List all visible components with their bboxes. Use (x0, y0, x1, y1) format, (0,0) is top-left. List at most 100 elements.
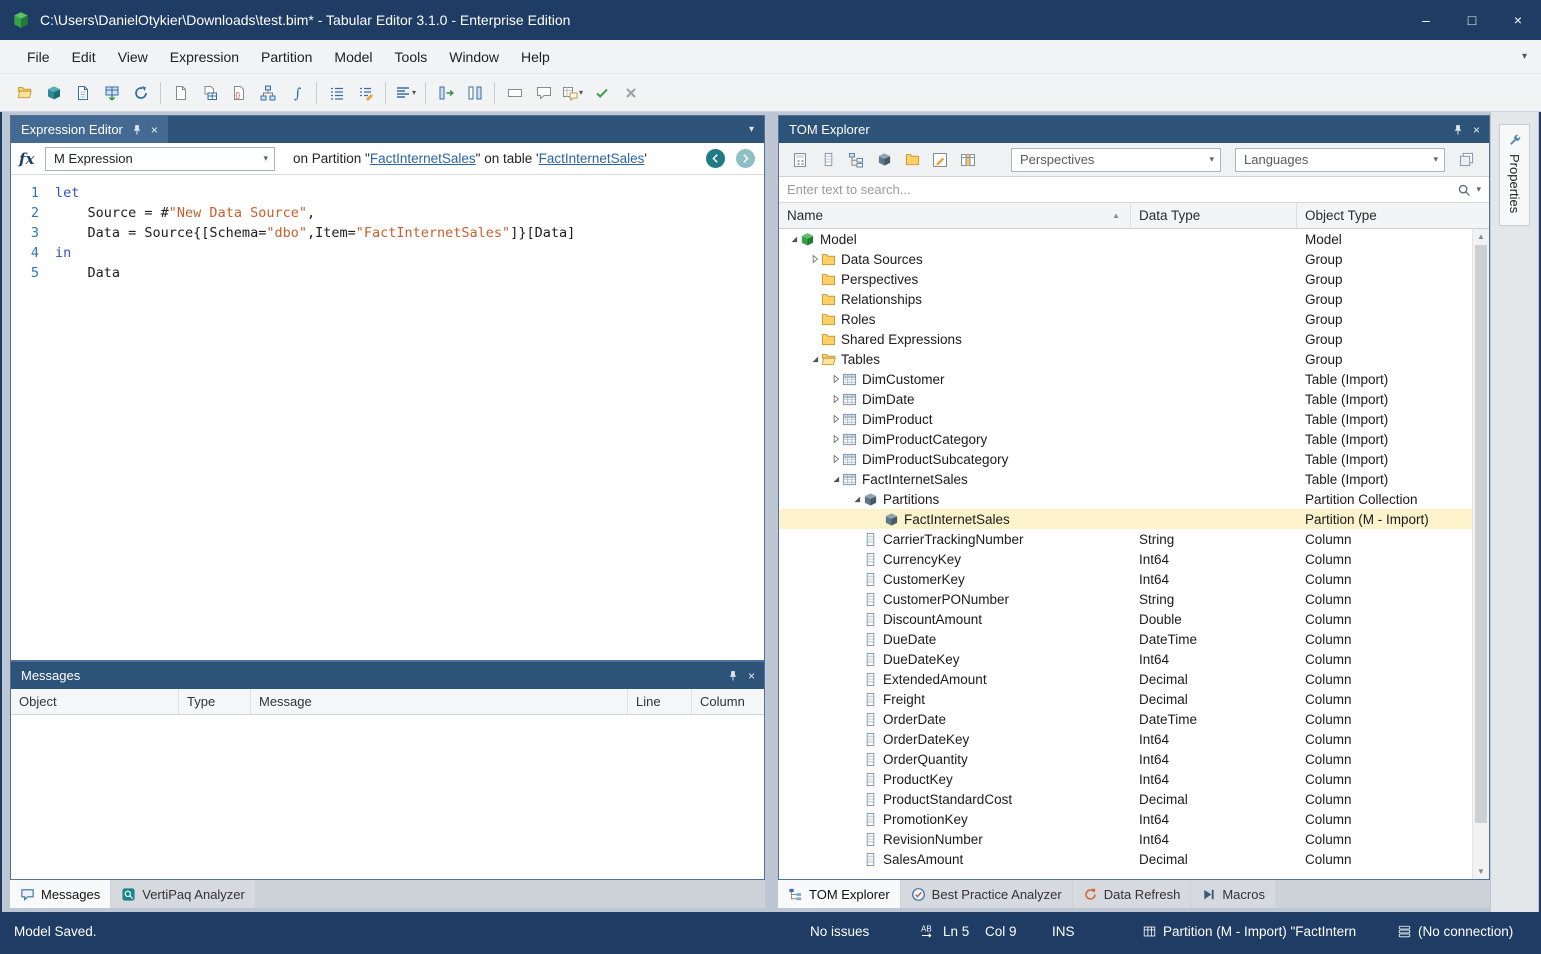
show-columns-button[interactable] (815, 147, 841, 173)
tab-vertipaq-analyzer[interactable]: VertiPaq Analyzer (111, 880, 255, 908)
refresh-button[interactable] (126, 79, 155, 107)
vertical-scrollbar[interactable]: ▲ ▼ (1472, 229, 1489, 879)
tree-row-discountamount[interactable]: DiscountAmountDoubleColumn (779, 609, 1472, 629)
expand-icon[interactable] (829, 414, 842, 424)
menu-item-window[interactable]: Window (438, 40, 510, 73)
minimize-button[interactable]: – (1403, 0, 1449, 40)
scroll-down-icon[interactable]: ▼ (1473, 864, 1489, 879)
toolbar-overflow-icon[interactable]: ▾ (1522, 51, 1527, 62)
tree-row-freight[interactable]: FreightDecimalColumn (779, 689, 1472, 709)
dax-script-button[interactable]: ∫ (282, 79, 311, 107)
expand-icon[interactable] (829, 374, 842, 384)
new-table-button[interactable] (195, 79, 224, 107)
tree-row-promotionkey[interactable]: PromotionKeyInt64Column (779, 809, 1472, 829)
new-script-button[interactable]: {} (224, 79, 253, 107)
tree-row-customerkey[interactable]: CustomerKeyInt64Column (779, 569, 1472, 589)
tab-macros[interactable]: Macros (1191, 880, 1275, 908)
code-editor[interactable]: 1let2 Source = #"New Data Source",3 Data… (11, 175, 764, 660)
tree-row-salesamount[interactable]: SalesAmountDecimalColumn (779, 849, 1472, 869)
context-link[interactable]: FactInternetSales (539, 151, 645, 166)
context-link[interactable]: FactInternetSales (370, 151, 476, 166)
insert-column-button[interactable] (431, 79, 460, 107)
close-icon[interactable]: × (1473, 124, 1480, 136)
layers-icon[interactable] (1453, 147, 1479, 173)
tab-messages[interactable]: Messages (10, 880, 110, 908)
tree-row-model[interactable]: ModelModel (779, 229, 1472, 249)
tree-row-data-sources[interactable]: Data SourcesGroup (779, 249, 1472, 269)
tree-row-dimproductcategory[interactable]: DimProductCategoryTable (Import) (779, 429, 1472, 449)
tom-column-header-data-type[interactable]: Data Type (1131, 203, 1297, 228)
forward-button[interactable] (736, 149, 755, 168)
expand-icon[interactable] (808, 254, 821, 264)
show-hierarchies-button[interactable] (843, 147, 869, 173)
tree-row-duedatekey[interactable]: DueDateKeyInt64Column (779, 649, 1472, 669)
expand-icon[interactable] (829, 454, 842, 464)
tree-row-dimproductsubcategory[interactable]: DimProductSubcategoryTable (Import) (779, 449, 1472, 469)
show-measures-button[interactable] (787, 147, 813, 173)
expand-icon[interactable] (829, 434, 842, 444)
scrollbar-thumb[interactable] (1475, 245, 1487, 823)
tree-row-orderquantity[interactable]: OrderQuantityInt64Column (779, 749, 1472, 769)
pin-icon[interactable] (131, 124, 143, 136)
tab-tom-explorer[interactable]: TOM Explorer (778, 880, 900, 908)
tree-row-tables[interactable]: TablesGroup (779, 349, 1472, 369)
tree-row-orderdatekey[interactable]: OrderDateKeyInt64Column (779, 729, 1472, 749)
messages-column-message[interactable]: Message (251, 689, 628, 714)
comment-button[interactable] (529, 79, 558, 107)
menu-item-tools[interactable]: Tools (384, 40, 439, 73)
show-partitions-button[interactable] (871, 147, 897, 173)
back-button[interactable] (706, 149, 725, 168)
messages-column-type[interactable]: Type (179, 689, 251, 714)
pin-icon[interactable] (1452, 124, 1464, 136)
tree-row-revisionnumber[interactable]: RevisionNumberInt64Column (779, 829, 1472, 849)
collapse-icon[interactable] (808, 354, 821, 364)
cancel-button[interactable] (616, 79, 645, 107)
diagram-button[interactable] (253, 79, 282, 107)
tree-row-productkey[interactable]: ProductKeyInt64Column (779, 769, 1472, 789)
close-button[interactable]: × (1495, 0, 1541, 40)
tree-row-productstandardcost[interactable]: ProductStandardCostDecimalColumn (779, 789, 1472, 809)
tom-column-header-name[interactable]: Name▲ (779, 203, 1131, 228)
properties-tab[interactable]: Properties (1499, 124, 1530, 226)
tab-best-practice-analyzer[interactable]: Best Practice Analyzer (901, 880, 1072, 908)
menu-item-partition[interactable]: Partition (250, 40, 323, 73)
menu-item-expression[interactable]: Expression (159, 40, 250, 73)
expression-editor-tab[interactable]: Expression Editor × (11, 116, 168, 143)
tree-row-perspectives[interactable]: PerspectivesGroup (779, 269, 1472, 289)
save-button[interactable] (68, 79, 97, 107)
align-button[interactable]: ▾ (391, 79, 420, 107)
textbox-button[interactable] (500, 79, 529, 107)
deploy-button[interactable] (97, 79, 126, 107)
search-icon[interactable] (1457, 183, 1471, 197)
move-column-button[interactable] (460, 79, 489, 107)
scroll-up-icon[interactable]: ▲ (1473, 229, 1489, 244)
status-no-issues[interactable]: No issues (810, 912, 869, 950)
maximize-button[interactable]: □ (1449, 0, 1495, 40)
tree-row-orderdate[interactable]: OrderDateDateTimeColumn (779, 709, 1472, 729)
tree-row-currencykey[interactable]: CurrencyKeyInt64Column (779, 549, 1472, 569)
tree-row-factinternetsales[interactable]: FactInternetSalesPartition (M - Import) (779, 509, 1472, 529)
edit-annotations-button[interactable] (927, 147, 953, 173)
grid-comment-button[interactable]: ▾ (558, 79, 587, 107)
close-icon[interactable]: × (151, 124, 158, 136)
accept-button[interactable] (587, 79, 616, 107)
pin-icon[interactable] (727, 670, 739, 682)
collapse-icon[interactable] (829, 474, 842, 484)
show-folders-button[interactable] (899, 147, 925, 173)
menu-item-help[interactable]: Help (510, 40, 561, 73)
messages-column-line[interactable]: Line (628, 689, 692, 714)
perspectives-dropdown[interactable]: Perspectives ▾ (1011, 148, 1221, 172)
open-file-button[interactable] (10, 79, 39, 107)
tree-row-roles[interactable]: RolesGroup (779, 309, 1472, 329)
search-input[interactable]: Enter text to search... ▾ (779, 177, 1489, 203)
tree-row-duedate[interactable]: DueDateDateTimeColumn (779, 629, 1472, 649)
tom-column-header-object-type[interactable]: Object Type (1297, 203, 1489, 228)
tree-row-dimproduct[interactable]: DimProductTable (Import) (779, 409, 1472, 429)
tree-row-dimdate[interactable]: DimDateTable (Import) (779, 389, 1472, 409)
new-document-button[interactable] (166, 79, 195, 107)
panel-menu-caret-icon[interactable]: ▾ (749, 124, 764, 135)
tab-data-refresh[interactable]: Data Refresh (1073, 880, 1191, 908)
messages-column-column[interactable]: Column (692, 689, 764, 714)
column-chooser-button[interactable] (955, 147, 981, 173)
tree-row-carriertrackingnumber[interactable]: CarrierTrackingNumberStringColumn (779, 529, 1472, 549)
